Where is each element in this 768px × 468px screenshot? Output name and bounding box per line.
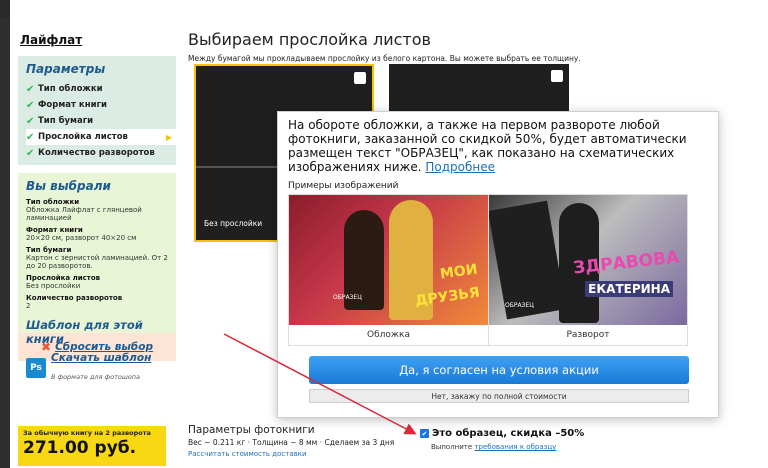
brand-link[interactable]: Лайфлат	[20, 33, 82, 47]
chosen-item: Количество разворотов 2	[26, 294, 170, 310]
chosen-item: Прослойка листов Без прослойки	[26, 274, 170, 290]
download-template-link[interactable]: Скачать шаблон	[51, 352, 151, 364]
sample-label: Это образец, скидка –50%	[432, 428, 585, 439]
chosen-item: Формат книги 20×20 см, разворот 40×20 см	[26, 226, 170, 242]
page: Лайфлат Параметры ✔ Тип обложки ✔ Формат к…	[10, 0, 768, 468]
chosen-title: Вы выбрали	[26, 179, 111, 193]
spread-name: ЕКАТЕРИНА	[585, 281, 673, 297]
sample-stamp: ОБРАЗЕЦ	[505, 302, 534, 309]
chosen-item-value: Картон с зернистой ламинацией. От 2 до 2…	[26, 254, 168, 270]
photoshop-icon: Ps	[26, 357, 46, 378]
page-title: Выбираем прослойка листов	[188, 30, 431, 49]
checkmark-icon: ✔	[26, 99, 35, 111]
sidebar: Параметры ✔ Тип обложки ✔ Формат книги ✔ Ти…	[18, 56, 176, 381]
reset-label: Сбросить выбор	[55, 341, 153, 353]
chosen-item-value: Без прослойки	[26, 282, 81, 290]
sample-sub-prefix: Выполните	[431, 443, 473, 451]
example-cover: ОБРАЗЕЦ МОИ ДРУЗЬЯ Обложка	[289, 195, 488, 345]
discount-popup: На обороте обложки, а также на первом ра…	[277, 111, 719, 418]
checkmark-icon: ✔	[26, 83, 35, 95]
chosen-item-title: Тип обложки	[26, 198, 80, 206]
chosen-item-title: Тип бумаги	[26, 246, 72, 254]
popup-text: На обороте обложки, а также на первом ра…	[288, 118, 688, 174]
example-spread: ЗДРАВОВА ЕКАТЕРИНА ОБРАЗЕЦ Разворот	[488, 195, 687, 345]
step-label: Тип обложки	[38, 84, 103, 94]
chosen-item-title: Количество разворотов	[26, 294, 123, 302]
step-label: Прослойка листов	[38, 132, 128, 142]
step-cover-type[interactable]: ✔ Тип обложки	[26, 81, 170, 97]
chosen-panel: Вы выбрали Тип обложки Обложка Лайфлат с …	[18, 173, 176, 381]
step-label: Тип бумаги	[38, 116, 94, 126]
gallery-icon[interactable]	[354, 72, 366, 84]
spread-caption: Разворот	[566, 330, 610, 340]
delivery-cost-link[interactable]: Рассчитать стоимость доставки	[188, 450, 307, 458]
price-value: 271.00 руб.	[23, 438, 137, 458]
params-title: Параметры фотокниги	[188, 424, 315, 436]
price-label: За обычную книгу на 2 разворота	[23, 429, 151, 437]
option-caption: Без прослойки	[204, 219, 263, 228]
chosen-item-title: Прослойка листов	[26, 274, 101, 282]
step-interlayer[interactable]: ✔ Прослойка листов ▶	[26, 129, 176, 145]
examples: ОБРАЗЕЦ МОИ ДРУЗЬЯ Обложка ЗДРАВОВА ЕКАТ…	[288, 194, 688, 346]
sample-requirements: Выполните требования к образцу	[431, 443, 556, 451]
chosen-item-title: Формат книги	[26, 226, 83, 234]
agree-button[interactable]: Да, я согласен на условия акции	[309, 356, 689, 384]
cover-word: МОИ	[439, 261, 479, 283]
chosen-item: Тип обложки Обложка Лайфлат с глянцевой л…	[26, 198, 170, 222]
step-paper-type[interactable]: ✔ Тип бумаги	[26, 113, 170, 129]
chosen-item-value: Обложка Лайфлат с глянцевой ламинацией	[26, 206, 142, 222]
params-title: Параметры	[26, 62, 106, 76]
checkmark-icon: ✔	[26, 147, 35, 159]
cover-image: ОБРАЗЕЦ МОИ ДРУЗЬЯ	[289, 195, 488, 325]
spread-image: ЗДРАВОВА ЕКАТЕРИНА ОБРАЗЕЦ	[489, 195, 687, 325]
page-subtitle: Между бумагой мы прокладываем прослойку …	[188, 54, 581, 63]
checkmark-icon: ✔	[26, 131, 35, 143]
checkbox-checked-icon[interactable]: ✔	[420, 429, 429, 438]
sample-checkbox-row[interactable]: ✔ Это образец, скидка –50%	[420, 428, 584, 439]
cover-caption: Обложка	[367, 330, 410, 340]
chosen-item-value: 2	[26, 302, 31, 310]
decline-button[interactable]: Нет, закажу по полной стоимости	[309, 389, 689, 403]
params-panel: Параметры ✔ Тип обложки ✔ Формат книги ✔ Ти…	[18, 56, 176, 165]
more-link[interactable]: Подробнее	[425, 160, 495, 174]
gallery-icon[interactable]	[551, 70, 563, 82]
template-format-note: В формате для фотошопа	[51, 373, 141, 381]
params-details: Вес ~ 0.211 кг · Толщина ~ 8 мм · Сделае…	[188, 438, 395, 447]
step-label: Формат книги	[38, 100, 107, 110]
sample-stamp: ОБРАЗЕЦ	[333, 294, 362, 301]
chosen-item: Тип бумаги Картон с зернистой ламинацией.…	[26, 246, 170, 270]
step-spread-count[interactable]: ✔ Количество разворотов	[26, 145, 170, 161]
checkmark-icon: ✔	[26, 115, 35, 127]
chosen-item-value: 20×20 см, разворот 40×20 см	[26, 234, 137, 242]
step-label: Количество разворотов	[38, 148, 155, 158]
arrow-right-icon: ▶	[165, 132, 172, 142]
price-box: За обычную книгу на 2 разворота 271.00 р…	[18, 426, 166, 466]
step-book-format[interactable]: ✔ Формат книги	[26, 97, 170, 113]
close-icon: ✖	[41, 340, 52, 354]
examples-label: Примеры изображений	[288, 181, 399, 191]
sample-requirements-link[interactable]: требования к образцу	[474, 443, 556, 451]
